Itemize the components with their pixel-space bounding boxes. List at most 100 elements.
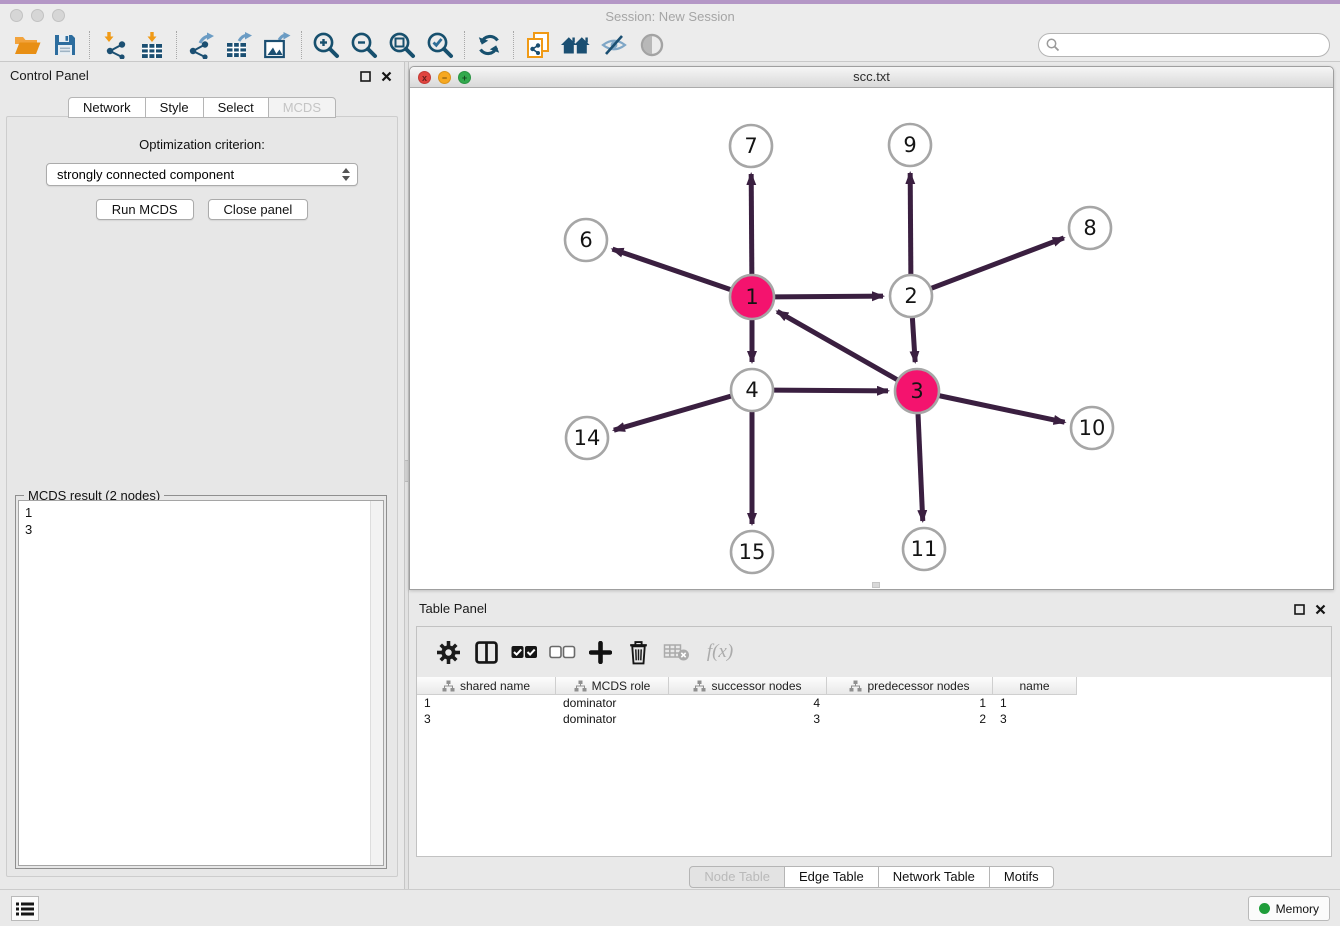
mcds-result-text: 1 3	[19, 501, 383, 541]
column-header-shared-name[interactable]: shared name	[417, 677, 556, 695]
float-panel-icon[interactable]	[1294, 602, 1305, 620]
table-row[interactable]: 1dominator411	[417, 695, 1331, 711]
network-graph[interactable]: 1234678910111415	[410, 88, 1333, 589]
graph-edge-2-9[interactable]	[910, 173, 911, 274]
graph-node-label: 11	[911, 537, 938, 561]
delete-row-icon[interactable]	[619, 635, 657, 669]
result-scrollbar[interactable]	[370, 501, 383, 865]
graph-node-label: 15	[739, 540, 766, 564]
search-field-wrap	[1038, 33, 1330, 57]
zoom-out-icon[interactable]	[345, 30, 383, 60]
table-toolbar: f(x)	[417, 627, 1331, 677]
add-row-icon[interactable]	[581, 635, 619, 669]
zoom-fit-icon[interactable]	[383, 30, 421, 60]
criterion-select[interactable]: strongly connected component	[46, 163, 358, 186]
export-network-icon[interactable]	[182, 30, 220, 60]
zoom-selected-icon[interactable]	[421, 30, 459, 60]
tab-motifs[interactable]: Motifs	[989, 866, 1054, 888]
column-header-name[interactable]: name	[993, 677, 1077, 695]
hide-eye-icon[interactable]	[595, 30, 633, 60]
table-cell[interactable]: 1	[827, 695, 993, 711]
graph-edge-4-3[interactable]	[774, 390, 888, 391]
tab-network-table[interactable]: Network Table	[878, 866, 990, 888]
graph-edge-1-7[interactable]	[751, 174, 752, 274]
zoom-in-icon[interactable]	[307, 30, 345, 60]
graph-edge-1-2[interactable]	[775, 296, 883, 297]
tab-network[interactable]: Network	[68, 97, 146, 118]
column-header-mcds-role[interactable]: MCDS role	[556, 677, 669, 695]
search-input[interactable]	[1038, 33, 1330, 57]
export-image-icon[interactable]	[258, 30, 296, 60]
table-row[interactable]: 3dominator323	[417, 711, 1331, 727]
main-toolbar	[0, 28, 1340, 62]
table-cell[interactable]: 3	[993, 711, 1077, 727]
graph-edge-2-3[interactable]	[912, 318, 915, 362]
graph-node-label: 10	[1079, 416, 1106, 440]
select-all-checkboxes-icon[interactable]	[505, 635, 543, 669]
run-mcds-button[interactable]: Run MCDS	[96, 199, 194, 220]
column-label: MCDS role	[592, 679, 651, 693]
close-panel-icon[interactable]	[1315, 602, 1326, 620]
table-cell[interactable]: 1	[993, 695, 1077, 711]
splitter-grip[interactable]	[405, 460, 408, 482]
home-icon[interactable]	[557, 30, 595, 60]
table-cell[interactable]: 1	[417, 695, 556, 711]
status-bar: Memory	[0, 889, 1340, 926]
graph-node-label: 6	[579, 228, 592, 252]
table-panel: Table Panel	[409, 595, 1334, 889]
deselect-all-checkboxes-icon[interactable]	[543, 635, 581, 669]
close-panel-icon[interactable]	[381, 69, 392, 87]
import-network-icon[interactable]	[95, 30, 133, 60]
clone-network-icon[interactable]	[519, 30, 557, 60]
refresh-icon[interactable]	[470, 30, 508, 60]
network-canvas[interactable]: 1234678910111415	[410, 88, 1333, 589]
import-table-icon[interactable]	[133, 30, 171, 60]
network-window-titlebar[interactable]: x − + scc.txt	[410, 67, 1333, 88]
table-cell[interactable]: 4	[669, 695, 827, 711]
canvas-scroll-nub[interactable]	[872, 582, 880, 588]
graph-edge-2-8[interactable]	[932, 238, 1064, 288]
column-tree-icon	[574, 680, 587, 692]
tab-edge-table[interactable]: Edge Table	[784, 866, 879, 888]
network-window-title: scc.txt	[410, 67, 1333, 87]
graph-edge-1-6[interactable]	[612, 249, 730, 289]
network-minimize-button[interactable]: −	[438, 71, 451, 84]
column-chooser-icon[interactable]	[467, 635, 505, 669]
task-history-button[interactable]	[11, 896, 39, 921]
table-cell[interactable]: 2	[827, 711, 993, 727]
settings-gear-icon[interactable]	[429, 635, 467, 669]
close-panel-button[interactable]: Close panel	[208, 199, 309, 220]
table-cell[interactable]: dominator	[556, 711, 669, 727]
graph-edge-3-11[interactable]	[918, 414, 923, 521]
open-session-icon[interactable]	[8, 30, 46, 60]
tab-mcds[interactable]: MCDS	[268, 97, 336, 118]
control-panel-tabs: NetworkStyleSelectMCDS	[0, 97, 404, 118]
tab-node-table[interactable]: Node Table	[689, 866, 785, 888]
table-cell[interactable]: 3	[669, 711, 827, 727]
table-tabs: Node TableEdge TableNetwork TableMotifs	[409, 866, 1334, 888]
export-table-icon[interactable]	[220, 30, 258, 60]
memory-button[interactable]: Memory	[1248, 896, 1330, 921]
column-header-predecessor-nodes[interactable]: predecessor nodes	[827, 677, 993, 695]
float-panel-icon[interactable]	[360, 69, 371, 87]
function-builder-icon: f(x)	[695, 635, 745, 669]
eye-disabled-icon[interactable]	[633, 30, 671, 60]
tab-select[interactable]: Select	[203, 97, 269, 118]
table-column-headers: shared name MCDS role successor nodesprede…	[417, 677, 1331, 695]
mcds-result-area[interactable]: 1 3	[18, 500, 384, 866]
graph-edge-3-10[interactable]	[940, 396, 1065, 422]
table-cell[interactable]: dominator	[556, 695, 669, 711]
column-header-successor-nodes[interactable]: successor nodes	[669, 677, 827, 695]
graph-edge-3-1[interactable]	[777, 311, 897, 379]
save-session-icon[interactable]	[46, 30, 84, 60]
table-cell[interactable]: 3	[417, 711, 556, 727]
table-panel-title: Table Panel	[419, 601, 487, 616]
network-maximize-button[interactable]: +	[458, 71, 471, 84]
graph-node-label: 4	[745, 378, 758, 402]
network-close-button[interactable]: x	[418, 71, 431, 84]
app-title: Session: New Session	[0, 9, 1340, 24]
graph-edge-4-14[interactable]	[614, 396, 731, 430]
table-panel-header: Table Panel	[409, 595, 1334, 621]
tab-style[interactable]: Style	[145, 97, 204, 118]
control-panel-title: Control Panel	[10, 68, 89, 83]
